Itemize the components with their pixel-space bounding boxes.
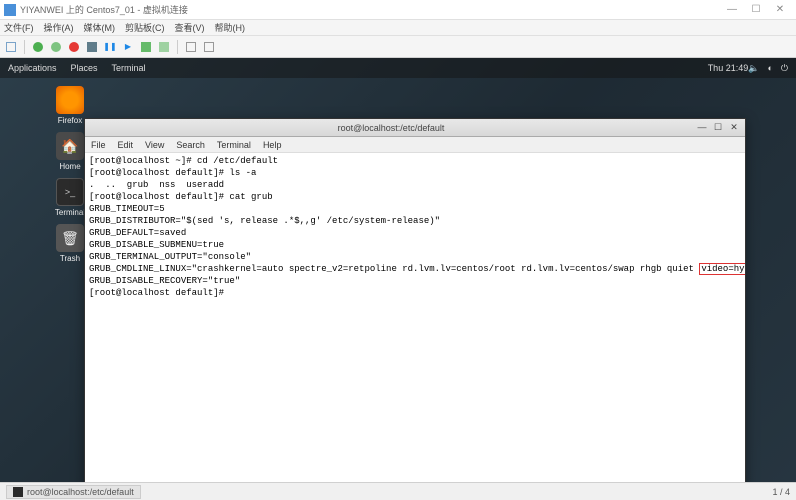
panel-places[interactable]: Places bbox=[71, 63, 98, 73]
desktop-icon-label: Home bbox=[59, 162, 80, 171]
terminal-menu-view[interactable]: View bbox=[145, 140, 164, 150]
terminal-close-button[interactable]: ✕ bbox=[727, 122, 741, 134]
firefox-icon bbox=[56, 86, 84, 114]
panel-terminal[interactable]: Terminal bbox=[112, 63, 146, 73]
guest-desktop: Applications Places Terminal Thu 21:49 🔈… bbox=[0, 58, 796, 482]
terminal-menu-terminal[interactable]: Terminal bbox=[217, 140, 251, 150]
terminal-menu-search[interactable]: Search bbox=[176, 140, 205, 150]
terminal-maximize-button[interactable]: ☐ bbox=[711, 122, 725, 134]
reset-button[interactable]: ▶ bbox=[121, 40, 135, 54]
checkpoint-button[interactable] bbox=[139, 40, 153, 54]
share-button[interactable] bbox=[202, 40, 216, 54]
vm-host-menubar: 文件(F) 操作(A) 媒体(M) 剪贴板(C) 查看(V) 帮助(H) bbox=[0, 20, 796, 36]
desktop-icon-label: Firefox bbox=[58, 116, 82, 125]
vm-host-titlebar: YIYANWEI 上的 Centos7_01 - 虚拟机连接 — ☐ ✕ bbox=[0, 0, 796, 20]
terminal-body[interactable]: [root@localhost ~]# cd /etc/default [roo… bbox=[85, 153, 745, 482]
terminal-menubar: File Edit View Search Terminal Help bbox=[85, 137, 745, 153]
menu-help[interactable]: 帮助(H) bbox=[215, 21, 246, 34]
revert-button[interactable] bbox=[157, 40, 171, 54]
menu-media[interactable]: 媒体(M) bbox=[84, 21, 116, 34]
terminal-menu-help[interactable]: Help bbox=[263, 140, 282, 150]
menu-file[interactable]: 文件(F) bbox=[4, 21, 34, 34]
vm-app-icon bbox=[4, 4, 16, 16]
pause-button[interactable]: ❚❚ bbox=[103, 40, 117, 54]
volume-icon[interactable]: 🔈 bbox=[748, 63, 759, 74]
menu-clipboard[interactable]: 剪贴板(C) bbox=[125, 21, 165, 34]
vm-host-toolbar: ❚❚ ▶ bbox=[0, 36, 796, 58]
home-icon: 🏠 bbox=[56, 132, 84, 160]
terminal-title: root@localhost:/etc/default bbox=[89, 123, 693, 133]
ctrl-alt-del-button[interactable] bbox=[4, 40, 18, 54]
workspace-counter: 1 / 4 bbox=[772, 487, 790, 497]
save-button[interactable] bbox=[85, 40, 99, 54]
panel-clock[interactable]: Thu 21:49 bbox=[708, 63, 749, 73]
panel-applications[interactable]: Applications bbox=[8, 63, 57, 73]
task-label: root@localhost:/etc/default bbox=[27, 487, 134, 497]
highlighted-kernel-param: video=hyperv_fb:1600x900 bbox=[699, 263, 745, 275]
network-icon[interactable]: ◐ bbox=[767, 63, 772, 73]
taskbar-task[interactable]: root@localhost:/etc/default bbox=[6, 485, 141, 499]
menu-view[interactable]: 查看(V) bbox=[175, 21, 205, 34]
gnome-top-panel: Applications Places Terminal Thu 21:49 🔈… bbox=[0, 58, 796, 78]
power-icon[interactable]: ⏻ bbox=[781, 63, 788, 74]
maximize-button[interactable]: ☐ bbox=[744, 4, 768, 15]
menu-action[interactable]: 操作(A) bbox=[44, 21, 74, 34]
desktop-icon-label: Terminal bbox=[55, 208, 85, 217]
terminal-menu-file[interactable]: File bbox=[91, 140, 106, 150]
start-button[interactable] bbox=[31, 40, 45, 54]
shutdown-button[interactable] bbox=[67, 40, 81, 54]
terminal-minimize-button[interactable]: — bbox=[695, 122, 709, 134]
task-terminal-icon bbox=[13, 487, 23, 497]
terminal-titlebar[interactable]: root@localhost:/etc/default — ☐ ✕ bbox=[85, 119, 745, 137]
vm-window-title: YIYANWEI 上的 Centos7_01 - 虚拟机连接 bbox=[20, 3, 188, 16]
terminal-window: root@localhost:/etc/default — ☐ ✕ File E… bbox=[84, 118, 746, 482]
trash-icon: 🗑 bbox=[56, 224, 84, 252]
terminal-icon: >_ bbox=[56, 178, 84, 206]
minimize-button[interactable]: — bbox=[720, 4, 744, 15]
close-button[interactable]: ✕ bbox=[768, 4, 792, 15]
turnoff-button[interactable] bbox=[49, 40, 63, 54]
enhanced-session-button[interactable] bbox=[184, 40, 198, 54]
desktop-icon-label: Trash bbox=[60, 254, 80, 263]
terminal-menu-edit[interactable]: Edit bbox=[118, 140, 134, 150]
host-taskbar: root@localhost:/etc/default 1 / 4 bbox=[0, 482, 796, 500]
